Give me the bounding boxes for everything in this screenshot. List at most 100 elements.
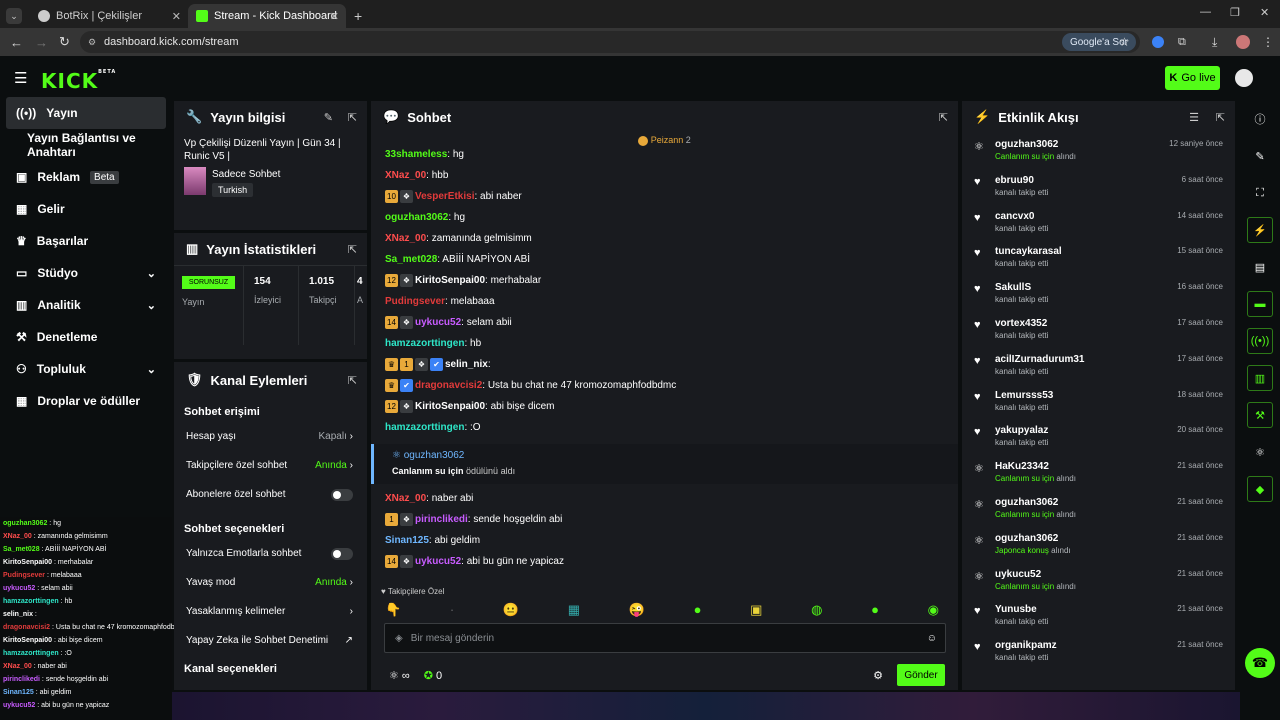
popout-icon[interactable]: ⇱ xyxy=(348,243,357,256)
support-chat-icon[interactable]: ☎ xyxy=(1245,648,1275,678)
sidebar-item-studyo[interactable]: ▭ Stüdyo ⌄ xyxy=(0,257,172,289)
chat-username[interactable]: pirinclikedi xyxy=(415,514,468,525)
new-tab-icon[interactable]: + xyxy=(354,8,362,24)
sidebar-item-topluluk[interactable]: ⚇ Topluluk ⌄ xyxy=(0,353,172,385)
followers-only-row[interactable]: Takipçilere özel sohbet Anında › xyxy=(174,451,367,480)
chat-message[interactable]: ♛ 1 ❖ ✔ selin_nix: xyxy=(371,354,958,375)
activity-event[interactable]: ♥ cancvx0 kanalı takip etti 14 saat önce xyxy=(962,205,1235,241)
close-tab-icon[interactable]: ✕ xyxy=(330,10,339,23)
category-name[interactable]: Sadece Sohbet xyxy=(212,169,280,180)
emote-icon[interactable]: ● xyxy=(871,602,879,618)
emote-icon[interactable]: ▦ xyxy=(568,602,580,618)
download-icon[interactable]: ⤓ xyxy=(1212,35,1217,50)
chat-message[interactable]: oguzhan3062: hg xyxy=(371,207,958,228)
event-username[interactable]: oguzhan3062 xyxy=(995,139,1076,151)
event-username[interactable]: organikpamz xyxy=(995,640,1057,652)
chat-username[interactable]: oguzhan3062 xyxy=(385,212,448,223)
popout-icon[interactable]: ⇱ xyxy=(348,111,357,124)
event-username[interactable]: yakupyalaz xyxy=(995,425,1048,437)
activity-event[interactable]: ♥ SakullS kanalı takip etti 16 saat önce xyxy=(962,276,1235,312)
chat-message[interactable]: 1 ❖ pirinclikedi: sende hoşgeldin abi xyxy=(371,509,958,530)
chat-message[interactable]: XNaz_00: naber abi xyxy=(371,488,958,509)
chat-username[interactable]: Sinan125 xyxy=(385,535,429,546)
kick-logo[interactable]: KICKBETA xyxy=(41,69,116,93)
sidebar-item-gelir[interactable]: ▦ Gelir xyxy=(0,193,172,225)
broadcast-icon[interactable]: ((•)) xyxy=(1247,328,1273,354)
tab-kick-dashboard[interactable]: Stream - Kick Dashboard ✕ xyxy=(188,4,346,28)
bookmark-star-icon[interactable]: ☆ xyxy=(1119,35,1130,49)
chat-username[interactable]: XNaz_00 xyxy=(385,233,426,244)
sidebar-item-reklam[interactable]: ▣ Reklam Beta xyxy=(0,161,172,193)
chat-username[interactable]: VesperEtkisi xyxy=(415,191,474,202)
chat-settings-icon[interactable]: ⚙ xyxy=(873,669,883,682)
kick-points-icon[interactable]: ✪ 0 xyxy=(424,669,442,682)
hamburger-menu-icon[interactable]: ☰ xyxy=(14,69,27,87)
chat-message[interactable]: 10 ❖ VesperEtkisi: abi naber xyxy=(371,186,958,207)
chat-icon[interactable]: ▬ xyxy=(1247,291,1273,317)
activity-event[interactable]: ⚛ oguzhan3062 Canlanım su için alındı 21 sa… xyxy=(962,491,1235,527)
user-avatar[interactable] xyxy=(1233,67,1255,89)
chat-message[interactable]: 14 ❖ uykucu52: selam abii xyxy=(371,312,958,333)
emote-icon[interactable]: 👇 xyxy=(385,602,401,618)
emote-icon[interactable]: ● xyxy=(694,602,702,618)
channel-points-icon[interactable]: ⚛ ∞ xyxy=(389,669,410,682)
event-username[interactable]: oguzhan3062 xyxy=(995,497,1076,509)
chat-message[interactable]: 12 ❖ KiritoSenpai00: abi bişe dicem xyxy=(371,396,958,417)
edit-pencil-icon[interactable]: ✎ xyxy=(324,111,333,124)
sidebar-item-basarilar[interactable]: ♛ Başarılar xyxy=(0,225,172,257)
activity-event[interactable]: ♥ organikpamz kanalı takip etti 21 saat önc… xyxy=(962,634,1235,670)
profile-avatar[interactable] xyxy=(1236,35,1250,49)
activity-event[interactable]: ⚛ uykucu52 Canlanım su için alındı 21 saat … xyxy=(962,563,1235,599)
event-username[interactable]: vortex4352 xyxy=(995,318,1048,330)
maximize-icon[interactable]: ❐ xyxy=(1230,6,1240,19)
category-thumbnail[interactable] xyxy=(184,167,206,195)
chat-message[interactable]: XNaz_00: hbb xyxy=(371,165,958,186)
chat-message[interactable]: 33shameless: hg xyxy=(371,144,958,165)
send-button[interactable]: Gönder xyxy=(897,664,945,686)
chat-username[interactable]: KiritoSenpai00 xyxy=(415,401,485,412)
chat-username[interactable]: uykucu52 xyxy=(415,317,461,328)
go-live-button[interactable]: K Go live xyxy=(1165,66,1220,90)
diamond-icon[interactable]: ◆ xyxy=(1247,476,1273,502)
chat-message[interactable]: hamzazorttingen: hb xyxy=(371,333,958,354)
emote-icon[interactable]: 😜 xyxy=(629,602,645,618)
event-username[interactable]: Lemursss53 xyxy=(995,390,1053,402)
subs-only-toggle[interactable] xyxy=(331,488,353,501)
activity-event[interactable]: ♥ ebruu90 kanalı takip etti 6 saat önce xyxy=(962,169,1235,205)
chat-message[interactable]: 14 ❖ uykucu52: abi bu gün ne yapicaz xyxy=(371,551,958,572)
sidebar-item-stream-key[interactable]: Yayın Bağlantısı ve Anahtarı xyxy=(0,129,172,161)
event-username[interactable]: uykucu52 xyxy=(995,569,1076,581)
activity-event[interactable]: ♥ yakupyalaz kanalı takip etti 20 saat önce xyxy=(962,419,1235,455)
extension-icon[interactable] xyxy=(1152,36,1164,48)
chat-username[interactable]: Sa_met028 xyxy=(385,254,437,265)
event-username[interactable]: tuncaykarasal xyxy=(995,246,1062,258)
expand-icon[interactable]: ⛶ xyxy=(1247,180,1273,206)
ai-moderation-row[interactable]: Yapay Zeka ile Sohbet Denetimi ↗ xyxy=(174,626,367,655)
activity-event[interactable]: ♥ acilIZurnadurum31 kanalı takip etti 17 sa… xyxy=(962,348,1235,384)
reward-user[interactable]: ⚛ oguzhan3062 xyxy=(392,448,958,464)
activity-event[interactable]: ⚛ oguzhan3062 Japonca konuş alındı 21 saat … xyxy=(962,527,1235,563)
chat-username[interactable]: dragonavcisi2 xyxy=(415,380,482,391)
chat-message[interactable]: XNaz_00: zamanında gelmisimm xyxy=(371,228,958,249)
filter-icon[interactable]: ☰ xyxy=(1189,111,1199,124)
activity-event[interactable]: ♥ tuncaykarasal kanalı takip etti 15 saat ö… xyxy=(962,240,1235,276)
sidebar-item-analitik[interactable]: ▥ Analitik ⌄ xyxy=(0,289,172,321)
reward-username[interactable]: oguzhan3062 xyxy=(404,450,465,461)
activity-event[interactable]: ♥ Yunusbe kanalı takip etti 21 saat önce xyxy=(962,598,1235,634)
url-input[interactable]: ⚙ dashboard.kick.com/stream Google'a Sor xyxy=(80,31,1140,53)
emoji-picker-icon[interactable]: ☺ xyxy=(927,633,937,644)
event-username[interactable]: Yunusbe xyxy=(995,604,1048,616)
event-username[interactable]: ebruu90 xyxy=(995,175,1048,187)
info-icon[interactable]: ⓘ xyxy=(1247,106,1273,132)
chat-input[interactable]: ◈ Bir mesaj gönderin ☺ xyxy=(384,623,946,653)
chat-message[interactable]: hamzazorttingen: :O xyxy=(371,417,958,438)
site-info-icon[interactable]: ⚙ xyxy=(88,37,96,48)
account-age-row[interactable]: Hesap yaşı Kapalı › xyxy=(174,422,367,451)
chat-message[interactable]: Sinan125: abi geldim xyxy=(371,530,958,551)
tab-botrix[interactable]: BotRix | Çekilişler ✕ xyxy=(30,4,188,28)
browser-menu-icon[interactable]: ⋮ xyxy=(1262,35,1274,49)
chat-message[interactable]: ♛ ✔ dragonavcisi2: Usta bu chat ne 47 krom… xyxy=(371,375,958,396)
emote-only-toggle[interactable] xyxy=(331,547,353,560)
banned-words-row[interactable]: Yasaklanmış kelimeler › xyxy=(174,597,367,626)
minimize-icon[interactable]: — xyxy=(1200,6,1211,18)
